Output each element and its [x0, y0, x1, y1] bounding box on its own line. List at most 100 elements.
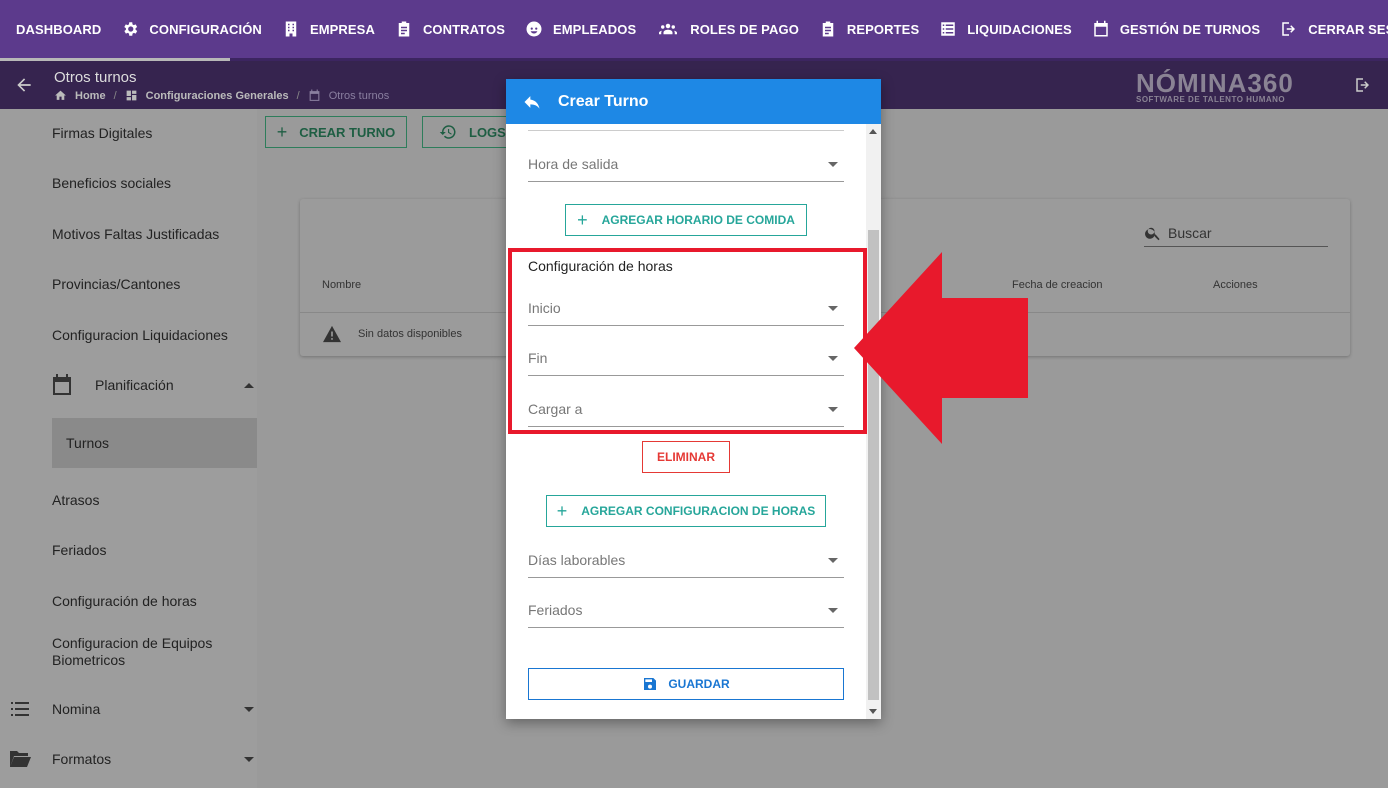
dialog-header: Crear Turno — [506, 79, 881, 124]
sidebar-item-feriados[interactable]: Feriados — [52, 542, 106, 558]
logs-button[interactable]: LOGS — [422, 116, 512, 148]
top-navigation: DASHBOARD CONFIGURACIÓN EMPRESA CONTRATO… — [0, 0, 1388, 58]
sidebar-item-turnos-label: Turnos — [66, 435, 110, 451]
nav-liquidaciones[interactable]: LIQUIDACIONES — [929, 0, 1082, 58]
plus-icon: + — [556, 500, 568, 521]
sidebar-item-biometricos[interactable]: Configuracion de Equipos Biometricos — [52, 635, 242, 669]
plus-icon: + — [577, 209, 588, 230]
breadcrumb-config[interactable]: Configuraciones Generales — [125, 89, 289, 102]
exit-time-select[interactable]: Hora de salida — [528, 146, 844, 182]
sidebar-item-motivos[interactable]: Motivos Faltas Justificadas — [52, 226, 219, 242]
dropdown-arrow-icon — [828, 558, 838, 563]
history-icon — [439, 125, 456, 139]
add-hours-config-label: AGREGAR CONFIGURACION DE HORAS — [581, 504, 816, 518]
sidebar-item-firmas[interactable]: Firmas Digitales — [52, 125, 152, 141]
create-shift-label: CREAR TURNO — [299, 124, 396, 140]
exit-time-label: Hora de salida — [528, 155, 619, 172]
nav-empleados-label: EMPLEADOS — [552, 21, 637, 37]
breadcrumb-config-label: Configuraciones Generales — [145, 89, 289, 102]
add-meal-schedule-button[interactable]: + AGREGAR HORARIO DE COMIDA — [565, 204, 807, 236]
sidebar: Firmas Digitales Beneficios sociales Mot… — [0, 109, 257, 788]
column-header-nombre[interactable]: Nombre — [322, 279, 361, 291]
face-icon — [525, 20, 543, 38]
dropdown-arrow-icon — [828, 162, 838, 167]
search-input[interactable]: Buscar — [1144, 219, 1328, 247]
search-placeholder: Buscar — [1168, 224, 1212, 241]
field-divider — [528, 130, 844, 131]
nav-configuracion[interactable]: CONFIGURACIÓN — [111, 0, 272, 58]
gear-icon — [121, 20, 139, 38]
breadcrumb-current-label: Otros turnos — [328, 89, 390, 102]
scroll-down-icon[interactable] — [869, 709, 877, 714]
nav-gestion-turnos[interactable]: GESTIÓN DE TURNOS — [1082, 0, 1270, 58]
sidebar-item-atrasos[interactable]: Atrasos — [52, 492, 99, 508]
holidays-label: Feriados — [528, 601, 583, 618]
nav-reportes[interactable]: REPORTES — [809, 0, 929, 58]
breadcrumb-separator: / — [296, 89, 300, 102]
annotation-highlight-box — [508, 248, 867, 434]
nav-dashboard[interactable]: DASHBOARD — [6, 0, 111, 58]
delete-button[interactable]: ELIMINAR — [642, 441, 730, 473]
sidebar-item-formatos[interactable]: Formatos — [52, 751, 111, 767]
brand-logo: NÓMINA360 SOFTWARE DE TALENTO HUMANO — [1136, 68, 1294, 104]
holidays-select[interactable]: Feriados — [528, 592, 844, 628]
column-header-acciones: Acciones — [1213, 279, 1258, 291]
nav-empleados[interactable]: EMPLEADOS — [515, 0, 646, 58]
nav-reportes-label: REPORTES — [846, 21, 920, 37]
building-icon — [282, 20, 300, 38]
chevron-up-icon — [244, 383, 254, 388]
breadcrumb-home-label: Home — [75, 89, 106, 102]
chevron-down-icon — [244, 707, 254, 712]
sidebar-item-nomina[interactable]: Nomina — [52, 701, 100, 717]
sidebar-item-planificacion[interactable]: Planificación — [95, 377, 174, 393]
back-arrow-icon[interactable] — [14, 75, 34, 95]
warning-icon — [323, 325, 341, 343]
create-shift-button[interactable]: + CREAR TURNO — [265, 116, 407, 148]
sidebar-item-turnos[interactable]: Turnos — [52, 418, 257, 468]
reply-arrow-icon[interactable] — [522, 92, 542, 112]
page-title: Otros turnos — [54, 69, 137, 86]
clipboard-icon — [819, 20, 837, 38]
dropdown-arrow-icon — [828, 608, 838, 613]
logout-icon[interactable] — [1354, 76, 1372, 94]
breadcrumb-current: Otros turnos — [308, 89, 390, 102]
add-meal-label: AGREGAR HORARIO DE COMIDA — [601, 213, 795, 227]
nav-contratos-label: CONTRATOS — [422, 21, 505, 37]
nav-dashboard-label: DASHBOARD — [16, 21, 102, 37]
calendar-icon — [309, 89, 320, 101]
sidebar-item-config-horas[interactable]: Configuración de horas — [52, 593, 197, 609]
dashboard-icon — [126, 90, 136, 101]
nav-cerrar-label: CERRAR SESIÓN — [1308, 21, 1388, 37]
add-hours-config-button[interactable]: + AGREGAR CONFIGURACION DE HORAS — [546, 495, 826, 527]
group-icon — [656, 20, 680, 38]
delete-label: ELIMINAR — [657, 450, 715, 464]
nav-roles-label: ROLES DE PAGO — [690, 21, 799, 37]
workdays-select[interactable]: Días laborables — [528, 542, 844, 578]
nav-gestion-label: GESTIÓN DE TURNOS — [1119, 21, 1261, 37]
save-label: GUARDAR — [668, 677, 730, 691]
nav-contratos[interactable]: CONTRATOS — [385, 0, 515, 58]
clipboard-icon — [395, 20, 413, 38]
sidebar-item-liquidaciones[interactable]: Configuracion Liquidaciones — [52, 327, 228, 343]
logo-sub: SOFTWARE DE TALENTO HUMANO — [1136, 95, 1286, 104]
workdays-label: Días laborables — [528, 551, 626, 568]
logo-main: NÓMINA360 — [1136, 68, 1294, 98]
breadcrumb-home[interactable]: Home — [54, 89, 106, 102]
breadcrumb-separator: / — [113, 89, 117, 102]
empty-state-text: Sin datos disponibles — [358, 328, 462, 340]
empty-state: Sin datos disponibles — [322, 325, 462, 343]
nav-cerrar-sesion[interactable]: CERRAR SESIÓN — [1270, 0, 1388, 58]
folder-open-icon — [8, 747, 32, 771]
calendar-icon — [1092, 20, 1110, 38]
sidebar-item-provincias[interactable]: Provincias/Cantones — [52, 276, 180, 292]
search-icon — [1145, 227, 1160, 240]
breadcrumb: Home / Configuraciones Generales / Otros… — [54, 89, 389, 102]
nav-empresa[interactable]: EMPRESA — [272, 0, 385, 58]
scroll-up-icon[interactable] — [869, 129, 877, 134]
save-button[interactable]: GUARDAR — [528, 668, 844, 700]
sidebar-item-beneficios[interactable]: Beneficios sociales — [52, 175, 171, 191]
nav-configuracion-label: CONFIGURACIÓN — [149, 21, 262, 37]
nav-roles-de-pago[interactable]: ROLES DE PAGO — [646, 0, 809, 58]
save-icon — [644, 678, 657, 690]
list-icon — [939, 20, 957, 38]
